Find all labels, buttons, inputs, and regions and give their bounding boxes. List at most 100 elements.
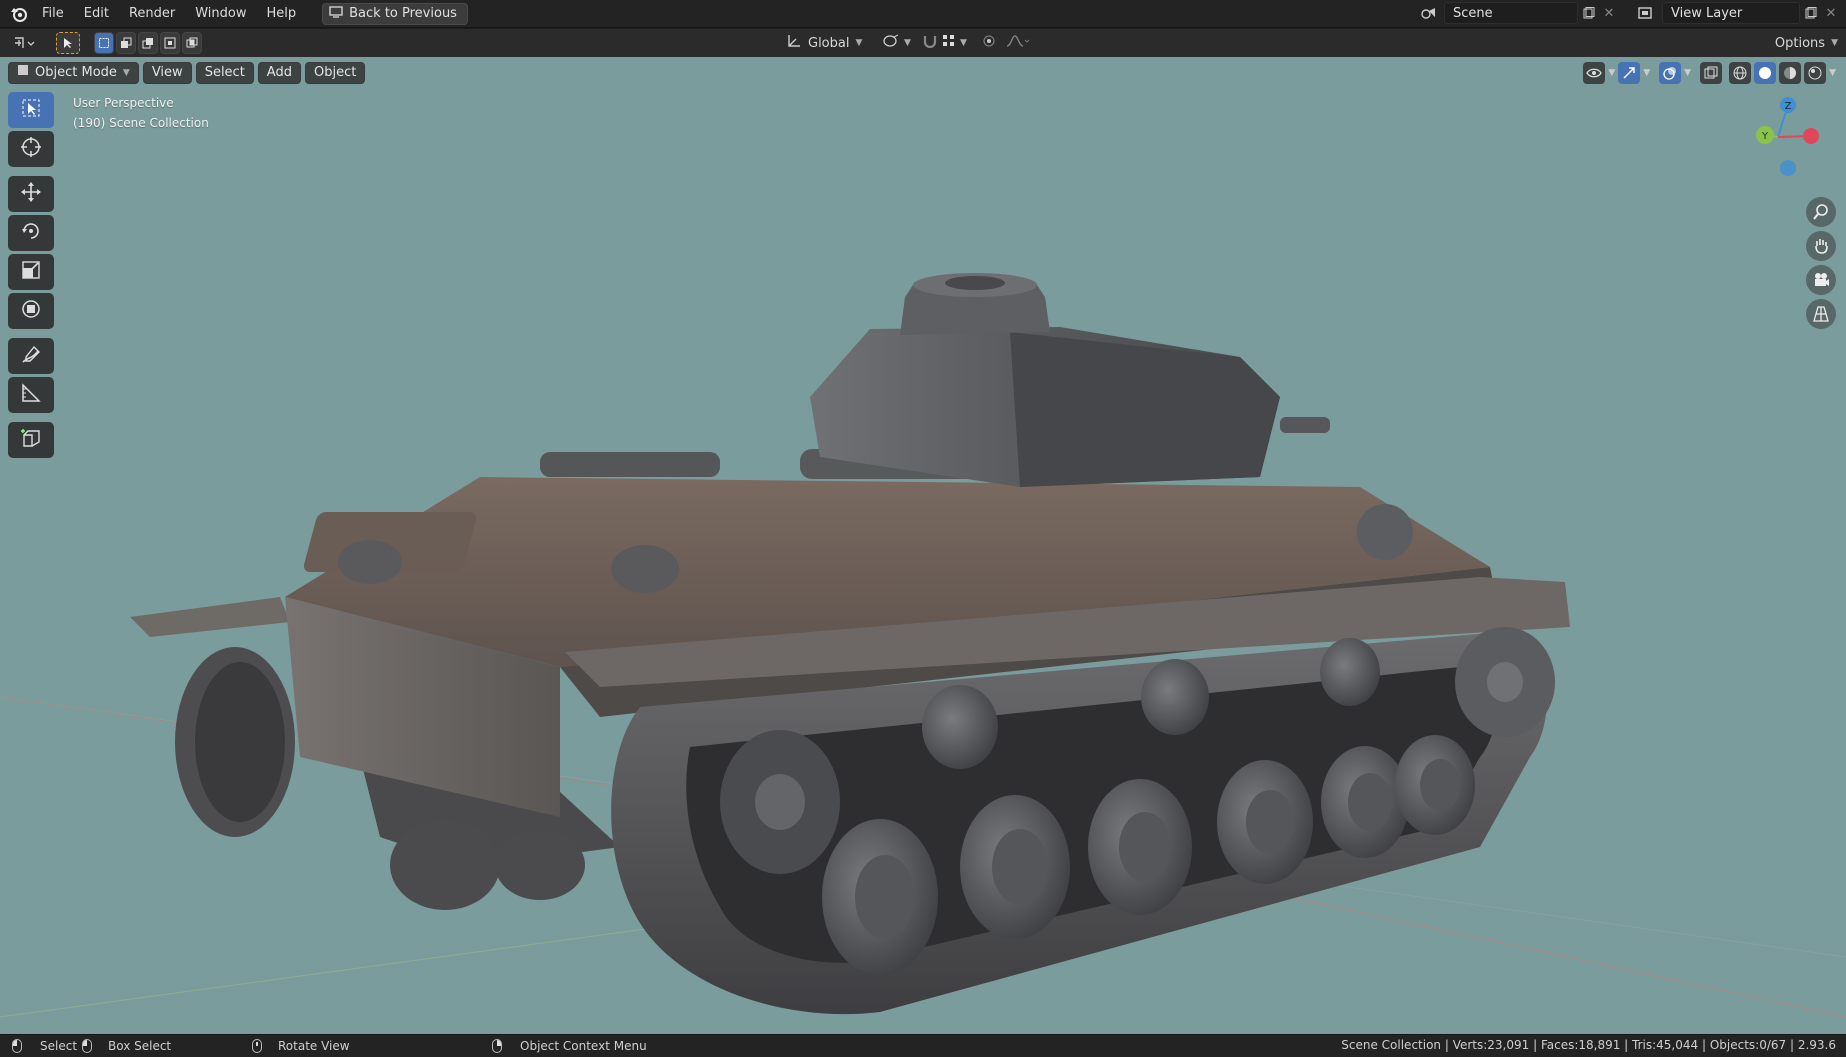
transform-icon [20,298,42,324]
menu-help[interactable]: Help [257,3,307,25]
options-label: Options [1774,35,1826,51]
menu-render[interactable]: Render [119,3,185,25]
transform-orientation-label: Global [808,35,850,51]
status-bar: Select Box Select Rotate View Object Con… [0,1034,1846,1057]
xray-toggle-icon[interactable] [1700,62,1723,84]
screen-icon [329,5,343,22]
zoom-icon[interactable] [1806,197,1836,227]
viewport-menu-object[interactable]: Object [304,62,366,84]
select-invert-icon[interactable] [160,32,180,54]
scale-tool[interactable] [8,254,54,290]
scale-icon [20,259,42,285]
transform-orientation-dropdown[interactable]: Global ▼ [786,34,862,52]
add-cube-tool[interactable] [8,422,54,458]
blender-logo-icon[interactable] [6,1,32,27]
view-perspective-text: User Perspective [73,96,174,110]
status-box-select-label: Box Select [108,1039,172,1053]
select-mode-group [94,32,202,54]
pivot-icon [882,34,900,52]
navigation-gizmo[interactable]: Z Y [1746,95,1826,185]
view-layer-selector[interactable]: View Layer ✕ [1630,2,1840,24]
viewport-menu-view[interactable]: View [142,62,192,84]
annotate-tool[interactable] [8,338,54,374]
rotate-icon [20,220,42,246]
3d-viewport[interactable]: Object Mode ▼ View Select Add Object Use… [0,57,1846,1034]
delete-scene-icon[interactable]: ✕ [1600,6,1618,21]
delete-view-layer-icon[interactable]: ✕ [1822,6,1840,21]
select-extend-icon[interactable] [116,32,136,54]
status-context-menu-hint: Object Context Menu [492,1039,647,1053]
pencil-icon [20,343,42,369]
move-tool[interactable] [8,176,54,212]
cursor-tool[interactable] [8,131,54,167]
mouse-middle-icon [252,1039,262,1053]
rotate-tool[interactable] [8,215,54,251]
view-layer-icon [1630,6,1662,20]
select-subtract-icon[interactable] [138,32,158,54]
scene-statistics: Scene Collection | Verts:23,091 | Faces:… [1341,1038,1836,1052]
measure-tool[interactable] [8,377,54,413]
editor-type-button[interactable] [8,32,42,54]
gizmo-neg-z-axis[interactable] [1780,160,1796,176]
gizmo-x-axis[interactable] [1803,128,1819,144]
falloff-curve-icon[interactable] [1006,34,1030,52]
perspective-grid-icon[interactable] [1806,299,1836,329]
scene-icon [1414,6,1444,20]
snap-increment-icon[interactable] [942,34,956,52]
solid-shading-icon[interactable] [1754,62,1777,84]
transform-tool[interactable] [8,293,54,329]
chevron-down-icon[interactable]: ▼ [1684,68,1691,78]
navigation-controls [1806,197,1838,333]
viewport-menu-add[interactable]: Add [257,62,301,84]
status-select-hint: Select [12,1039,77,1053]
back-to-previous-button[interactable]: Back to Previous [322,2,468,25]
scene-name-field[interactable]: Scene [1444,2,1578,24]
object-mode-label: Object Mode [35,65,117,80]
chevron-down-icon[interactable]: ▼ [1608,68,1615,78]
select-box-tool[interactable] [8,92,54,128]
viewport-menu-select[interactable]: Select [195,62,254,84]
gizmo-toggle-icon[interactable] [1618,62,1641,84]
ruler-icon [20,382,42,408]
material-shading-icon[interactable] [1779,62,1802,84]
scene-selector[interactable]: Scene ✕ [1414,2,1618,24]
chevron-down-icon[interactable]: ▼ [1643,68,1650,78]
options-dropdown[interactable]: Options ▼ [1775,36,1838,51]
toolshelf [8,92,56,461]
tool-select-icon[interactable] [56,32,80,54]
mouse-left-icon [12,1039,22,1053]
mouse-drag-icon [82,1039,92,1053]
new-view-layer-icon[interactable] [1800,7,1822,19]
proportional-editing-icon[interactable] [982,34,996,52]
status-box-select-hint: Box Select [82,1039,171,1053]
menu-edit[interactable]: Edit [74,3,119,25]
status-context-menu-label: Object Context Menu [520,1039,647,1053]
object-mode-dropdown[interactable]: Object Mode ▼ [8,62,139,84]
snap-magnet-icon[interactable] [922,34,938,52]
status-rotate-label: Rotate View [278,1039,350,1053]
status-rotate-hint: Rotate View [252,1039,350,1053]
chevron-down-icon: ▼ [855,38,863,48]
tool-settings-header: Global ▼ ▼ ▼ Options ▼ [0,29,1846,57]
chevron-down-icon: ▼ [122,68,130,78]
status-select-label: Select [40,1039,78,1053]
menu-window[interactable]: Window [185,3,256,25]
pivot-point-dropdown[interactable]: ▼ [882,34,911,52]
visibility-eye-icon[interactable] [1583,62,1606,84]
chevron-down-icon[interactable]: ▼ [960,38,967,48]
new-scene-icon[interactable] [1578,7,1600,19]
menu-file[interactable]: File [32,3,74,25]
orientation-icon [786,34,802,52]
view-layer-name-field[interactable]: View Layer [1662,2,1800,24]
wireframe-shading-icon[interactable] [1729,62,1752,84]
select-new-icon[interactable] [94,32,114,54]
chevron-down-icon[interactable]: ▼ [1829,68,1836,78]
camera-view-icon[interactable] [1806,265,1836,295]
overlays-toggle-icon[interactable] [1659,62,1682,84]
select-intersect-icon[interactable] [182,32,202,54]
viewport-info-overlay: User Perspective (190) Scene Collection [73,93,209,133]
mouse-right-icon [492,1039,502,1053]
viewport-display-controls: ▼ ▼ ▼ ▼ [1583,61,1836,85]
pan-hand-icon[interactable] [1806,231,1836,261]
rendered-shading-icon[interactable] [1804,62,1827,84]
